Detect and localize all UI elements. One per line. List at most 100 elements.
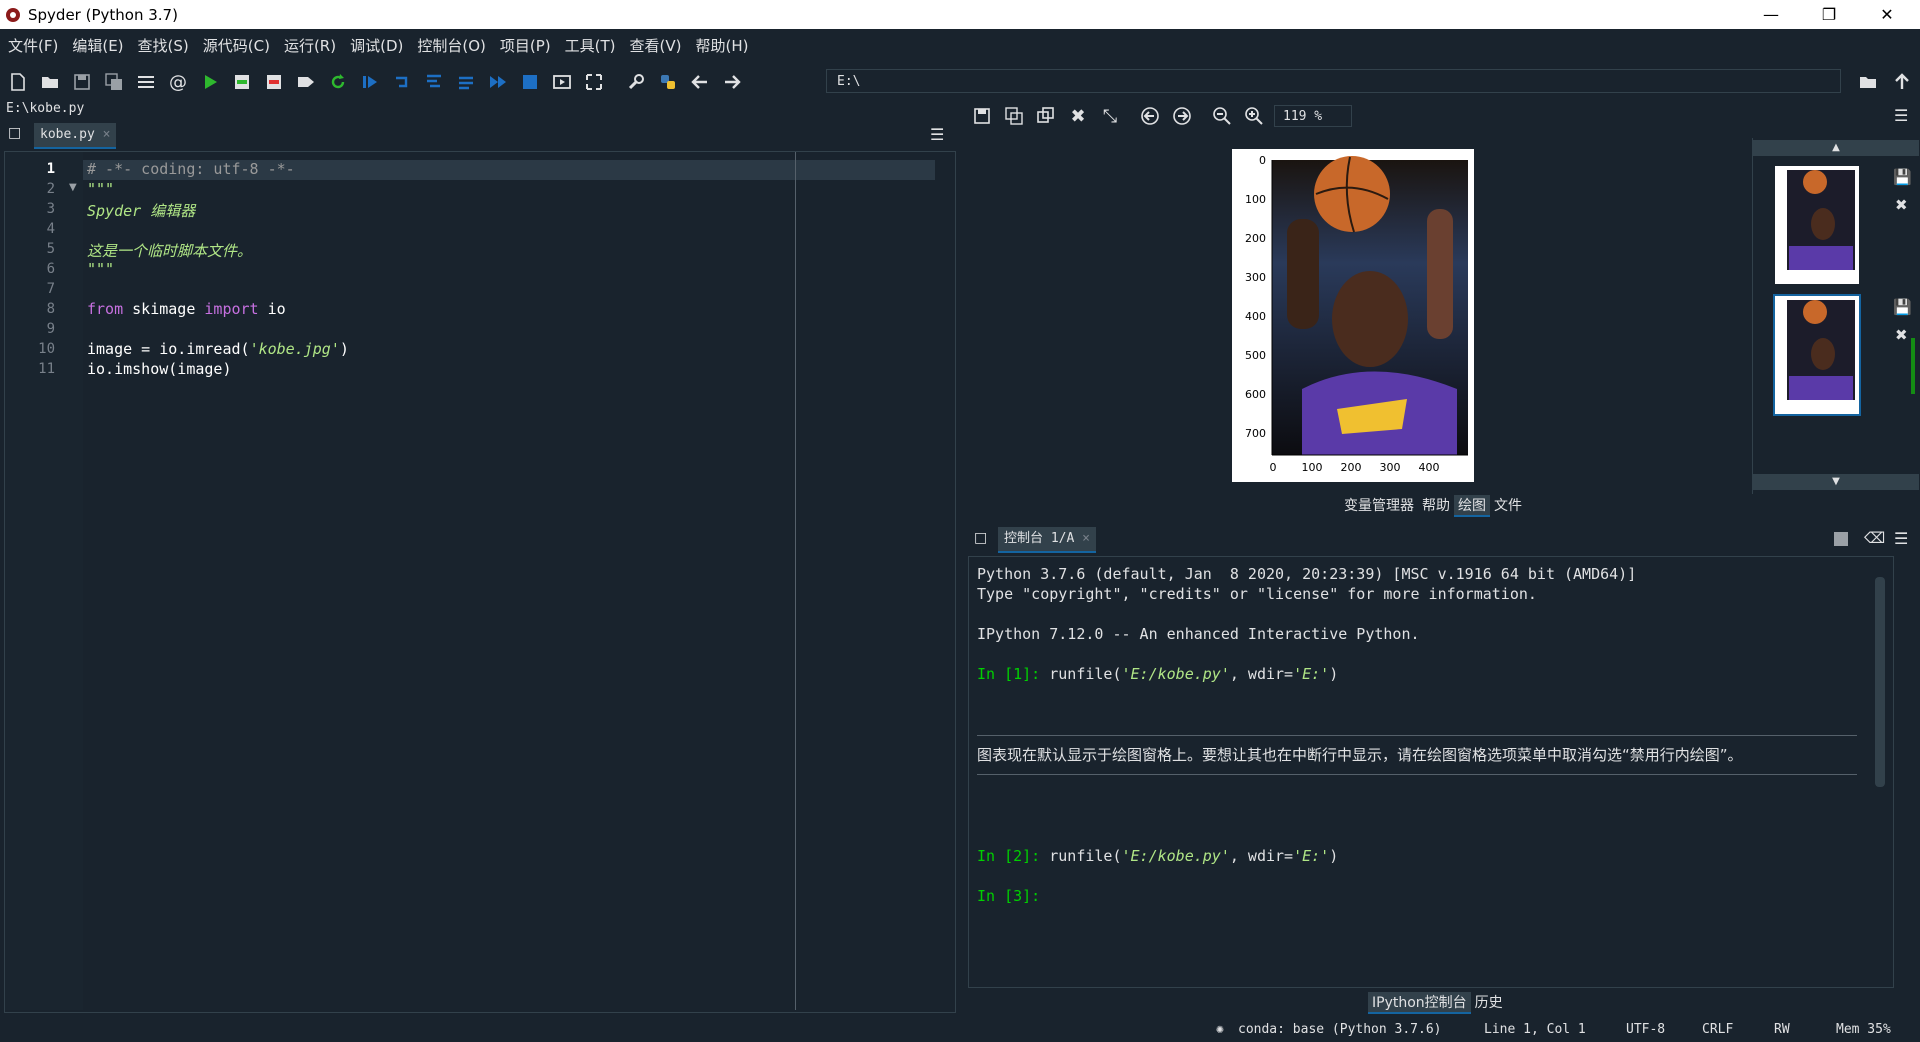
run-cell-icon[interactable] (228, 68, 256, 96)
code-editor[interactable]: 1 2 3 4 5 6 7 8 9 10 11 ▼ # -*- coding: … (4, 151, 956, 1013)
menu-view[interactable]: 查看(V) (622, 35, 688, 56)
status-permissions: RW (1774, 1022, 1790, 1037)
status-eol: CRLF (1702, 1022, 1734, 1037)
outline-list-icon[interactable] (132, 68, 160, 96)
zoom-out-icon[interactable] (1208, 102, 1236, 130)
menu-bar: 文件(F) 编辑(E) 查找(S) 源代码(C) 运行(R) 调试(D) 控制台… (0, 29, 1920, 61)
remove-thumbnail-icon[interactable]: ✖ (1895, 196, 1908, 214)
python-path-icon[interactable] (654, 68, 682, 96)
save-thumbnail-icon[interactable]: 💾 (1893, 168, 1912, 186)
close-icon[interactable]: ✕ (1858, 0, 1916, 29)
tab-variable-explorer[interactable]: 变量管理器 (1340, 495, 1418, 517)
console-options-menu-icon[interactable]: ☰ (1894, 529, 1908, 548)
browse-folder-icon[interactable] (1854, 68, 1882, 96)
save-icon[interactable] (68, 68, 96, 96)
status-bar: ✺ conda: base (Python 3.7.6) Line 1, Col… (0, 1018, 1920, 1042)
plot-thumbnail-selected[interactable] (1773, 294, 1861, 416)
fold-arrow-icon[interactable]: ▼ (69, 182, 77, 193)
editor-file-path: E:\kobe.py (6, 101, 85, 116)
preferences-wrench-icon[interactable] (622, 68, 650, 96)
line-number: 8 (46, 301, 55, 317)
save-thumbnail-icon[interactable]: 💾 (1893, 298, 1912, 316)
scroll-down-icon[interactable]: ▼ (1753, 474, 1919, 490)
back-arrow-icon[interactable] (686, 68, 714, 96)
run-selection-icon[interactable] (292, 68, 320, 96)
step-return-icon[interactable] (452, 68, 480, 96)
continue-icon[interactable] (484, 68, 512, 96)
save-all-plots-icon[interactable] (1000, 102, 1028, 130)
pane-splitter[interactable] (958, 100, 964, 1018)
next-plot-icon[interactable] (1168, 102, 1196, 130)
copy-plot-icon[interactable] (1032, 102, 1060, 130)
forward-arrow-icon[interactable] (718, 68, 746, 96)
menu-help[interactable]: 帮助(H) (687, 35, 754, 56)
remove-all-plots-icon[interactable]: ⤡ (1096, 102, 1124, 130)
previous-plot-icon[interactable] (1136, 102, 1164, 130)
menu-run[interactable]: 运行(R) (276, 35, 342, 56)
menu-console[interactable]: 控制台(O) (409, 35, 492, 56)
menu-search[interactable]: 查找(S) (130, 35, 195, 56)
scroll-up-icon[interactable]: ▲ (1753, 140, 1919, 156)
at-icon[interactable]: @ (164, 68, 192, 96)
y-tick-label: 100 (1245, 193, 1266, 206)
tab-ipython-console[interactable]: IPython控制台 (1368, 992, 1471, 1014)
y-tick-label: 600 (1245, 388, 1266, 401)
tab-plots[interactable]: 绘图 (1454, 495, 1490, 517)
plots-options-menu-icon[interactable]: ☰ (1894, 106, 1908, 125)
line-number: 3 (46, 201, 55, 217)
menu-source[interactable]: 源代码(C) (195, 35, 276, 56)
run-cell-advance-icon[interactable] (260, 68, 288, 96)
plot-thumbnail[interactable] (1775, 166, 1859, 284)
open-folder-icon[interactable] (36, 68, 64, 96)
save-all-icon[interactable] (100, 68, 128, 96)
step-into-icon[interactable] (420, 68, 448, 96)
console-banner-line: Python 3.7.6 (default, Jan 8 2020, 20:23… (977, 565, 1637, 583)
line-number: 10 (38, 341, 55, 357)
close-tab-icon[interactable]: × (103, 127, 111, 142)
menu-edit[interactable]: 编辑(E) (64, 35, 129, 56)
rerun-icon[interactable] (324, 68, 352, 96)
plots-toolbar: ✖ ⤡ 119 % (964, 101, 1920, 131)
menu-debug[interactable]: 调试(D) (342, 35, 409, 56)
console-scrollbar[interactable] (1875, 577, 1885, 787)
clear-console-eraser-icon[interactable]: ⌫ (1864, 529, 1885, 547)
new-file-icon[interactable] (4, 68, 32, 96)
thumbnail-scrollbar[interactable] (1911, 338, 1915, 394)
parent-directory-icon[interactable] (1888, 68, 1916, 96)
line-number: 4 (46, 221, 55, 237)
menu-tools[interactable]: 工具(T) (557, 35, 622, 56)
line-number: 7 (46, 281, 55, 297)
step-icon[interactable] (388, 68, 416, 96)
remove-thumbnail-icon[interactable]: ✖ (1895, 326, 1908, 344)
pane-window-icon[interactable]: □ (974, 530, 987, 546)
interrupt-kernel-icon[interactable] (1834, 532, 1848, 546)
x-tick-label: 300 (1380, 461, 1401, 474)
fullscreen-icon[interactable] (580, 68, 608, 96)
close-tab-icon[interactable]: × (1082, 531, 1090, 546)
save-plot-icon[interactable] (968, 102, 996, 130)
status-cursor-position: Line 1, Col 1 (1484, 1022, 1586, 1037)
maximize-pane-icon[interactable] (548, 68, 576, 96)
working-directory-input[interactable]: E:\ (826, 69, 1841, 93)
menu-file[interactable]: 文件(F) (0, 35, 64, 56)
remove-plot-icon[interactable]: ✖ (1064, 102, 1092, 130)
line-number: 6 (46, 261, 55, 277)
menu-projects[interactable]: 项目(P) (492, 35, 557, 56)
tab-kobe-py[interactable]: kobe.py × (34, 123, 117, 149)
tab-files[interactable]: 文件 (1490, 495, 1526, 517)
editor-options-menu-icon[interactable]: ☰ (930, 125, 944, 144)
y-tick-label: 300 (1245, 271, 1266, 284)
pane-window-icon[interactable]: □ (8, 125, 21, 141)
zoom-level-field[interactable]: 119 % (1274, 105, 1352, 127)
stop-debug-icon[interactable] (516, 68, 544, 96)
minimize-icon[interactable]: — (1742, 0, 1800, 29)
tab-console-1[interactable]: 控制台 1/A × (998, 527, 1096, 553)
debug-icon[interactable] (356, 68, 384, 96)
ipython-console[interactable]: Python 3.7.6 (default, Jan 8 2020, 20:23… (968, 556, 1894, 988)
tab-help[interactable]: 帮助 (1418, 495, 1454, 517)
run-icon[interactable] (196, 68, 224, 96)
restore-icon[interactable]: ❐ (1800, 0, 1858, 29)
tab-history[interactable]: 历史 (1471, 992, 1507, 1014)
right-pane-tabs: 变量管理器 帮助 绘图 文件 (1340, 495, 1526, 517)
zoom-in-icon[interactable] (1240, 102, 1268, 130)
